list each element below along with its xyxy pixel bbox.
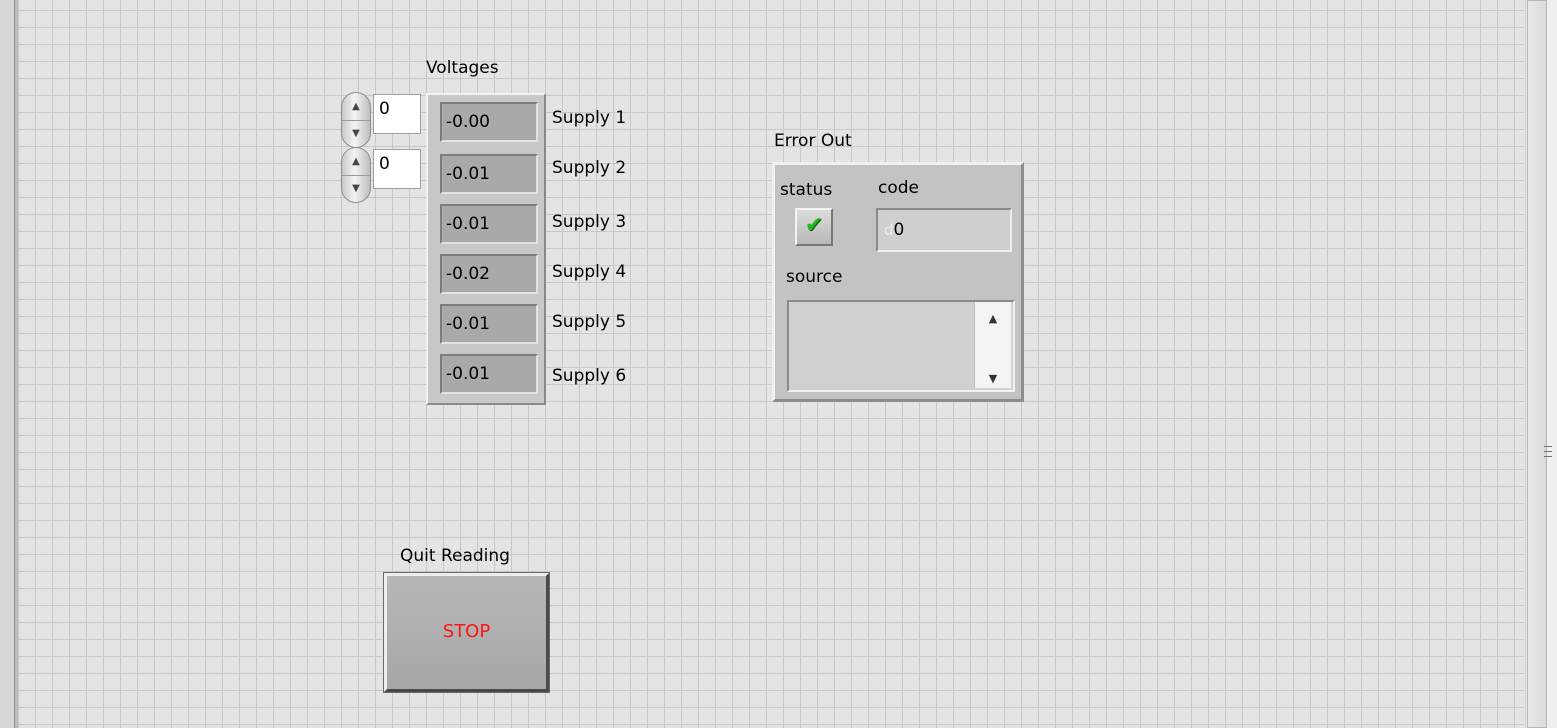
voltage-value-6: -0.01 bbox=[440, 354, 538, 394]
voltage-value-2: -0.01 bbox=[440, 154, 538, 194]
increment-arrow-icon[interactable]: ▲ bbox=[342, 93, 370, 121]
scrollbar-thumb[interactable] bbox=[1527, 0, 1547, 728]
voltages-array-label: Voltages bbox=[426, 58, 499, 78]
array-index-input-1[interactable]: 0 bbox=[373, 149, 421, 189]
status-label: status bbox=[780, 180, 833, 200]
voltage-value-4: -0.02 bbox=[440, 254, 538, 294]
status-ok-checkmark-icon[interactable]: ✔ bbox=[795, 208, 833, 246]
error-code-field[interactable]: d0 bbox=[876, 208, 1012, 252]
array-index-stepper-1[interactable]: ▲ ▼ bbox=[341, 147, 371, 203]
array-index-stepper-0[interactable]: ▲ ▼ bbox=[341, 92, 371, 148]
error-out-label: Error Out bbox=[774, 131, 852, 151]
window-frame-left bbox=[0, 0, 18, 728]
supply-label-6: Supply 6 bbox=[552, 366, 627, 386]
vertical-scrollbar[interactable] bbox=[1525, 0, 1557, 728]
source-scrollbar[interactable]: ▲ ▼ bbox=[974, 302, 1011, 388]
scrollbar-grip-icon bbox=[1544, 446, 1552, 461]
scroll-up-arrow-icon[interactable]: ▲ bbox=[975, 312, 1011, 325]
array-index-input-0[interactable]: 0 bbox=[373, 94, 421, 134]
voltages-array: -0.00 -0.01 -0.01 -0.02 -0.01 -0.01 bbox=[426, 93, 546, 405]
source-label: source bbox=[786, 267, 843, 287]
voltage-value-3: -0.01 bbox=[440, 204, 538, 244]
increment-arrow-icon[interactable]: ▲ bbox=[342, 148, 370, 176]
stop-button[interactable]: STOP bbox=[383, 572, 550, 693]
supply-label-1: Supply 1 bbox=[552, 108, 627, 128]
front-panel-grid bbox=[18, 0, 1524, 728]
supply-label-4: Supply 4 bbox=[552, 262, 627, 282]
radix-indicator[interactable]: d bbox=[884, 221, 894, 239]
code-label: code bbox=[878, 178, 919, 198]
voltage-value-5: -0.01 bbox=[440, 304, 538, 344]
scroll-down-arrow-icon[interactable]: ▼ bbox=[975, 372, 1011, 385]
supply-label-3: Supply 3 bbox=[552, 212, 627, 232]
decrement-arrow-icon[interactable]: ▼ bbox=[342, 120, 370, 147]
quit-reading-label: Quit Reading bbox=[400, 546, 510, 566]
supply-label-5: Supply 5 bbox=[552, 312, 627, 332]
error-code-value: 0 bbox=[893, 220, 905, 240]
decrement-arrow-icon[interactable]: ▼ bbox=[342, 175, 370, 202]
supply-label-2: Supply 2 bbox=[552, 158, 627, 178]
voltage-value-1: -0.00 bbox=[440, 102, 538, 142]
